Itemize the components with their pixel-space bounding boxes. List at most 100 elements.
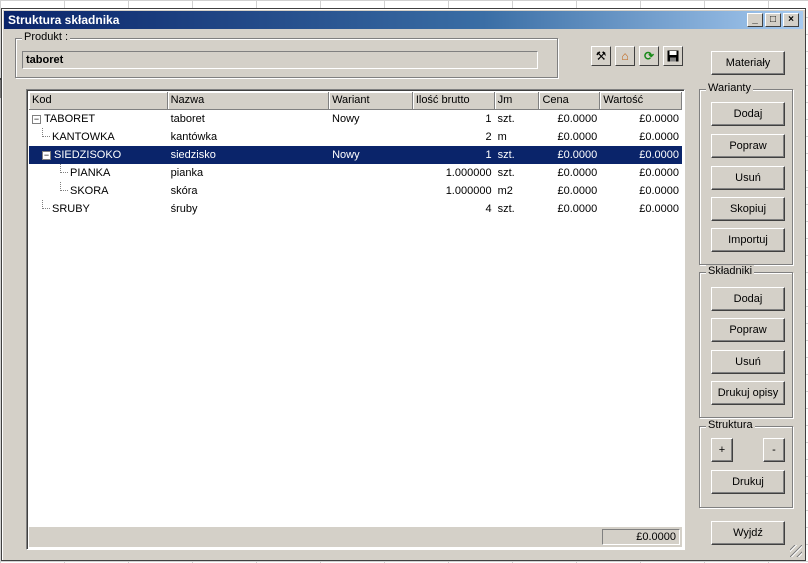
structure-grid: Kod Nazwa Wariant Ilość brutto Jm Cena W… xyxy=(26,89,685,550)
cell-kod: − TABORET xyxy=(29,110,168,128)
dialog-window: Struktura składnika _ □ × Produkt : tabo… xyxy=(1,8,806,561)
home-icon: ⌂ xyxy=(621,49,629,63)
kod-text: KANTOWKA xyxy=(52,131,115,143)
minimize-button[interactable]: _ xyxy=(747,13,763,27)
cell-nazwa: śruby xyxy=(170,203,198,215)
cell-wariant xyxy=(329,164,413,182)
cell-wartosc: £0.0000 xyxy=(639,167,679,179)
cell-cena: £0.0000 xyxy=(557,203,598,215)
table-row[interactable]: PIANKA pianka 1.000000 szt. £0.0000 £0.0000 xyxy=(29,164,682,182)
cell-wariant xyxy=(329,200,413,218)
table-row[interactable]: SKORA skóra 1.000000 m2 £0.0000 £0.0000 xyxy=(29,182,682,200)
table-row[interactable]: − TABORET taboret Nowy 1 szt. £0.0000 £0.0000 xyxy=(29,110,682,128)
title-bar[interactable]: Struktura składnika _ □ × xyxy=(4,11,803,29)
skladniki-legend: Składniki xyxy=(706,265,755,277)
warianty-skopiuj-button[interactable]: Skopiuj xyxy=(711,197,785,221)
cell-nazwa: skóra xyxy=(170,185,198,197)
cell-kod: SKORA xyxy=(29,182,168,200)
wyjdz-button[interactable]: Wyjdź xyxy=(711,521,785,545)
close-button[interactable]: × xyxy=(783,13,799,27)
produkt-group: Produkt : taboret xyxy=(15,31,558,78)
tree-connector xyxy=(60,182,68,191)
column-header-kod[interactable]: Kod xyxy=(29,92,168,110)
table-row[interactable]: KANTOWKA kantówka 2 m £0.0000 £0.0000 xyxy=(29,128,682,146)
grid-footer: £0.0000 xyxy=(29,527,682,547)
warianty-importuj-button[interactable]: Importuj xyxy=(711,228,785,252)
cell-ilosc: 1.000000 xyxy=(445,167,492,179)
maximize-button[interactable]: □ xyxy=(765,13,781,27)
table-row[interactable]: SRUBY śruby 4 szt. £0.0000 £0.0000 xyxy=(29,200,682,218)
cell-ilosc: 1 xyxy=(485,149,492,161)
cell-kod: KANTOWKA xyxy=(29,128,168,146)
tree-connector xyxy=(60,164,68,173)
warianty-dodaj-button[interactable]: Dodaj xyxy=(711,102,785,126)
tools-button[interactable]: ⚒ xyxy=(591,46,611,66)
materialy-button[interactable]: Materiały xyxy=(711,51,785,75)
cell-ilosc: 1 xyxy=(485,113,492,125)
cell-kod: − SIEDZISOKO xyxy=(29,146,168,164)
cell-wariant xyxy=(329,182,413,200)
cell-ilosc: 2 xyxy=(485,131,492,143)
cell-jm: m xyxy=(497,131,507,143)
expand-all-button[interactable]: + xyxy=(711,438,733,462)
kod-text: SIEDZISOKO xyxy=(54,149,122,161)
cell-jm: szt. xyxy=(497,149,515,161)
column-header-cena[interactable]: Cena xyxy=(539,92,601,110)
cell-kod: PIANKA xyxy=(29,164,168,182)
cell-wartosc: £0.0000 xyxy=(639,149,679,161)
column-header-wariant[interactable]: Wariant xyxy=(329,92,413,110)
kod-text: TABORET xyxy=(44,113,96,125)
tree-collapse-icon[interactable]: − xyxy=(42,150,51,160)
tree-connector xyxy=(42,200,50,209)
cell-jm: szt. xyxy=(497,167,515,179)
tree-connector xyxy=(42,128,50,137)
column-header-jm[interactable]: Jm xyxy=(494,92,540,110)
drukuj-opisy-button[interactable]: Drukuj opisy xyxy=(711,381,785,405)
tools-icon: ⚒ xyxy=(595,49,607,63)
skladniki-usun-button[interactable]: Usuń xyxy=(711,350,785,374)
kod-text: SKORA xyxy=(70,185,109,197)
produkt-legend: Produkt : xyxy=(22,31,71,43)
cell-jm: m2 xyxy=(497,185,513,197)
cell-cena: £0.0000 xyxy=(557,113,598,125)
grid-header: Kod Nazwa Wariant Ilość brutto Jm Cena W… xyxy=(29,92,682,110)
cell-nazwa: siedzisko xyxy=(170,149,216,161)
footer-total: £0.0000 xyxy=(602,529,680,545)
kod-text: SRUBY xyxy=(52,203,90,215)
cell-cena: £0.0000 xyxy=(557,185,598,197)
save-icon xyxy=(667,50,679,62)
warianty-popraw-button[interactable]: Popraw xyxy=(711,134,785,158)
cell-cena: £0.0000 xyxy=(557,131,598,143)
column-header-nazwa[interactable]: Nazwa xyxy=(167,92,330,110)
cell-ilosc: 4 xyxy=(485,203,492,215)
skladniki-popraw-button[interactable]: Popraw xyxy=(711,318,785,342)
cell-wariant: Nowy xyxy=(332,113,360,125)
resize-grip[interactable] xyxy=(790,545,802,557)
refresh-icon: ⟳ xyxy=(643,49,655,63)
cell-kod: SRUBY xyxy=(29,200,168,218)
tree-collapse-icon[interactable]: − xyxy=(32,114,41,124)
cell-cena: £0.0000 xyxy=(557,167,598,179)
cell-wartosc: £0.0000 xyxy=(639,203,679,215)
refresh-button[interactable]: ⟳ xyxy=(639,46,659,66)
struktura-drukuj-button[interactable]: Drukuj xyxy=(711,470,785,494)
cell-ilosc: 1.000000 xyxy=(445,185,492,197)
kod-text: PIANKA xyxy=(70,167,111,179)
cell-wariant: Nowy xyxy=(332,149,360,161)
cell-nazwa: pianka xyxy=(170,167,204,179)
cell-nazwa: taboret xyxy=(170,113,205,125)
skladniki-dodaj-button[interactable]: Dodaj xyxy=(711,287,785,311)
column-header-wartosc[interactable]: Wartość xyxy=(600,92,682,110)
cell-nazwa: kantówka xyxy=(170,131,218,143)
save-button[interactable] xyxy=(663,46,683,66)
collapse-all-button[interactable]: - xyxy=(763,438,785,462)
cell-wartosc: £0.0000 xyxy=(639,131,679,143)
produkt-field[interactable]: taboret xyxy=(22,51,538,69)
warianty-usun-button[interactable]: Usuń xyxy=(711,166,785,190)
cell-jm: szt. xyxy=(497,203,515,215)
cell-cena: £0.0000 xyxy=(557,149,598,161)
table-row[interactable]: − SIEDZISOKO siedzisko Nowy 1 szt. £0.0000 £0.0… xyxy=(29,146,682,164)
home-button[interactable]: ⌂ xyxy=(615,46,635,66)
column-header-ilosc[interactable]: Ilość brutto xyxy=(412,92,495,110)
grid-rows: − TABORET taboret Nowy 1 szt. £0.0000 £0.0000 KA… xyxy=(29,110,682,218)
